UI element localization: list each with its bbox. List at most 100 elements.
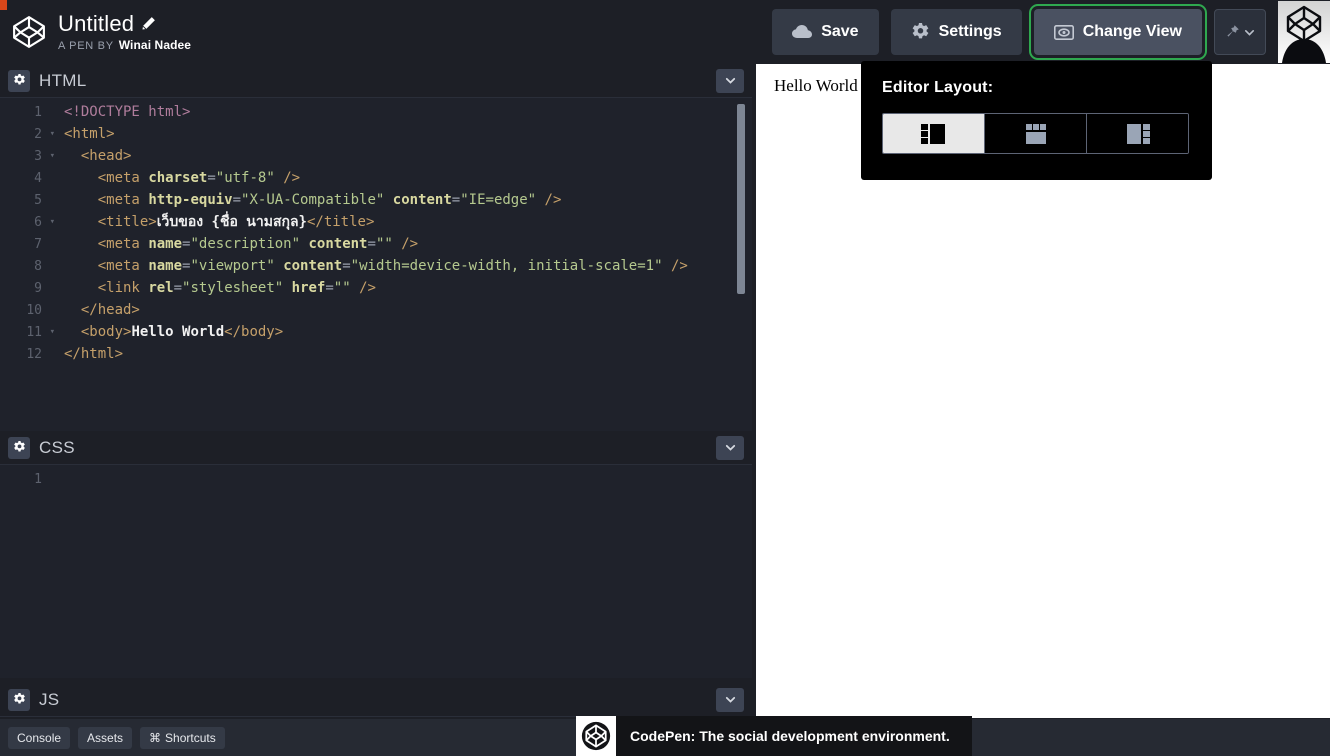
codepen-logo-icon[interactable] [12,15,46,49]
codepen-tooltip-text: CodePen: The social development environm… [630,728,950,744]
html-pane-title: HTML [39,70,87,90]
chevron-down-icon [725,696,735,703]
code-line: 9 <link rel="stylesheet" href="" /> [0,277,752,299]
shortcuts-button[interactable]: ⌘ Shortcuts [140,726,225,749]
html-code-editor[interactable]: 1 <!DOCTYPE html> 2 ▾ <html> 3 ▾ <head> 4 … [0,98,752,431]
editor-column: HTML 1 <!DOCTYPE html> 2 ▾ <html> 3 ▾ <h… [0,64,752,719]
codepen-logo-icon [576,716,616,756]
avatar[interactable] [1278,1,1330,63]
code-line-text: </html> [64,346,124,362]
gear-icon[interactable] [8,688,30,711]
line-number: 11 ▾ [26,324,55,340]
line-number: 7 [34,236,42,252]
editor-layout-dropdown: Editor Layout: [861,61,1212,180]
layout-option-right[interactable] [1087,114,1188,153]
code-line: 1 [0,468,752,490]
pen-byline: A PEN BY Winai Nadee [58,38,191,52]
css-collapse-button[interactable] [716,435,744,460]
codepen-tooltip: CodePen: The social development environm… [576,716,972,756]
gear-icon [911,22,930,42]
line-number: 8 [34,258,42,274]
html-editor-scrollbar[interactable] [737,104,745,294]
assets-button-label: Assets [87,730,124,745]
chevron-down-icon [725,444,735,451]
code-line-text: </head> [80,302,140,318]
line-number: 9 [34,280,42,296]
code-line: 7 <meta name="description" content="" /> [0,233,752,255]
pen-author[interactable]: Winai Nadee [119,38,191,52]
editor-layout-options [882,113,1189,154]
line-number: 5 [34,192,42,208]
layout-right-icon [1126,123,1150,144]
code-line: 8 <meta name="viewport" content="width=d… [0,255,752,277]
html-pane-header: HTML [0,64,752,98]
code-line: 5 <meta http-equiv="X-UA-Compatible" con… [0,189,752,211]
line-number: 10 [26,302,42,318]
code-line: 1 <!DOCTYPE html> [0,101,752,123]
settings-button-label: Settings [938,23,1002,40]
code-line: 3 ▾ <head> [0,145,752,167]
pin-button[interactable] [1214,9,1266,55]
code-line: 2 ▾ <html> [0,123,752,145]
css-pane-header: CSS [0,431,752,465]
js-collapse-button[interactable] [716,687,744,712]
gear-icon[interactable] [8,69,30,92]
assets-button[interactable]: Assets [78,726,133,749]
change-view-button-label: Change View [1082,23,1182,40]
code-line-text: <meta name="viewport" content="width=dev… [97,258,688,274]
js-pane-header: JS [0,683,752,717]
code-line-text: <link rel="stylesheet" href="" /> [97,280,376,296]
cloud-icon [792,25,813,39]
change-view-button[interactable]: Change View [1028,4,1208,60]
pen-title-row: Untitled [58,10,191,36]
pin-icon [1227,25,1239,37]
layout-top-icon [1025,123,1046,144]
line-number: 1 [34,104,42,120]
screen-icon [1053,24,1074,40]
shortcuts-button-label: Shortcuts [165,730,216,745]
save-button[interactable]: Save [772,9,879,55]
console-button-label: Console [17,730,62,745]
code-line: 4 <meta charset="utf-8" /> [0,167,752,189]
fold-arrow-icon[interactable]: ▾ [50,217,55,227]
save-button-label: Save [821,23,859,40]
layout-option-left[interactable] [883,114,985,153]
command-icon: ⌘ [149,730,162,745]
js-pane-title: JS [39,689,60,709]
accent-stripe [0,0,7,10]
chevron-down-icon [1244,29,1255,36]
settings-button[interactable]: Settings [890,9,1022,55]
fold-arrow-icon[interactable]: ▾ [50,129,55,139]
pencil-icon[interactable] [141,16,156,31]
code-line: 6 ▾ <title>เว็บของ {ชื่อ นามสกุล}</title> [0,211,752,233]
html-collapse-button[interactable] [716,68,744,93]
code-line-text: <head> [80,148,132,164]
gear-icon[interactable] [8,436,30,459]
pen-meta: Untitled A PEN BY Winai Nadee [58,10,191,52]
top-bar: Untitled A PEN BY Winai Nadee Save Setti… [0,0,1330,64]
line-number: 4 [34,170,42,186]
code-line-text: <body>Hello World</body> [80,324,284,340]
code-line: 11 ▾ <body>Hello World</body> [0,321,752,343]
console-button[interactable]: Console [8,726,71,749]
code-line: 10 </head> [0,299,752,321]
code-line-text: <meta http-equiv="X-UA-Compatible" conte… [97,192,562,208]
code-line-text: <!DOCTYPE html> [64,104,191,120]
page-title: Untitled [58,10,135,36]
editor-layout-label: Editor Layout: [882,79,994,96]
byline-prefix: A PEN BY [58,40,114,52]
code-line-text: <meta charset="utf-8" /> [97,170,301,186]
code-line-text: <html> [64,126,115,142]
code-line: 12 </html> [0,343,752,365]
layout-option-top[interactable] [985,114,1087,153]
codepen-editor-app: Untitled A PEN BY Winai Nadee Save Setti… [0,0,1330,756]
fold-arrow-icon[interactable]: ▾ [50,151,55,161]
css-code-editor[interactable]: 1 [0,465,752,678]
line-number: 1 [34,471,42,487]
line-number: 12 [26,346,42,362]
code-line-text: <title>เว็บของ {ชื่อ นามสกุล}</title> [97,214,375,230]
layout-left-icon [920,123,945,144]
top-bar-actions: Save Settings Change View [772,1,1330,63]
fold-arrow-icon[interactable]: ▾ [50,327,55,337]
css-pane-title: CSS [39,437,75,457]
